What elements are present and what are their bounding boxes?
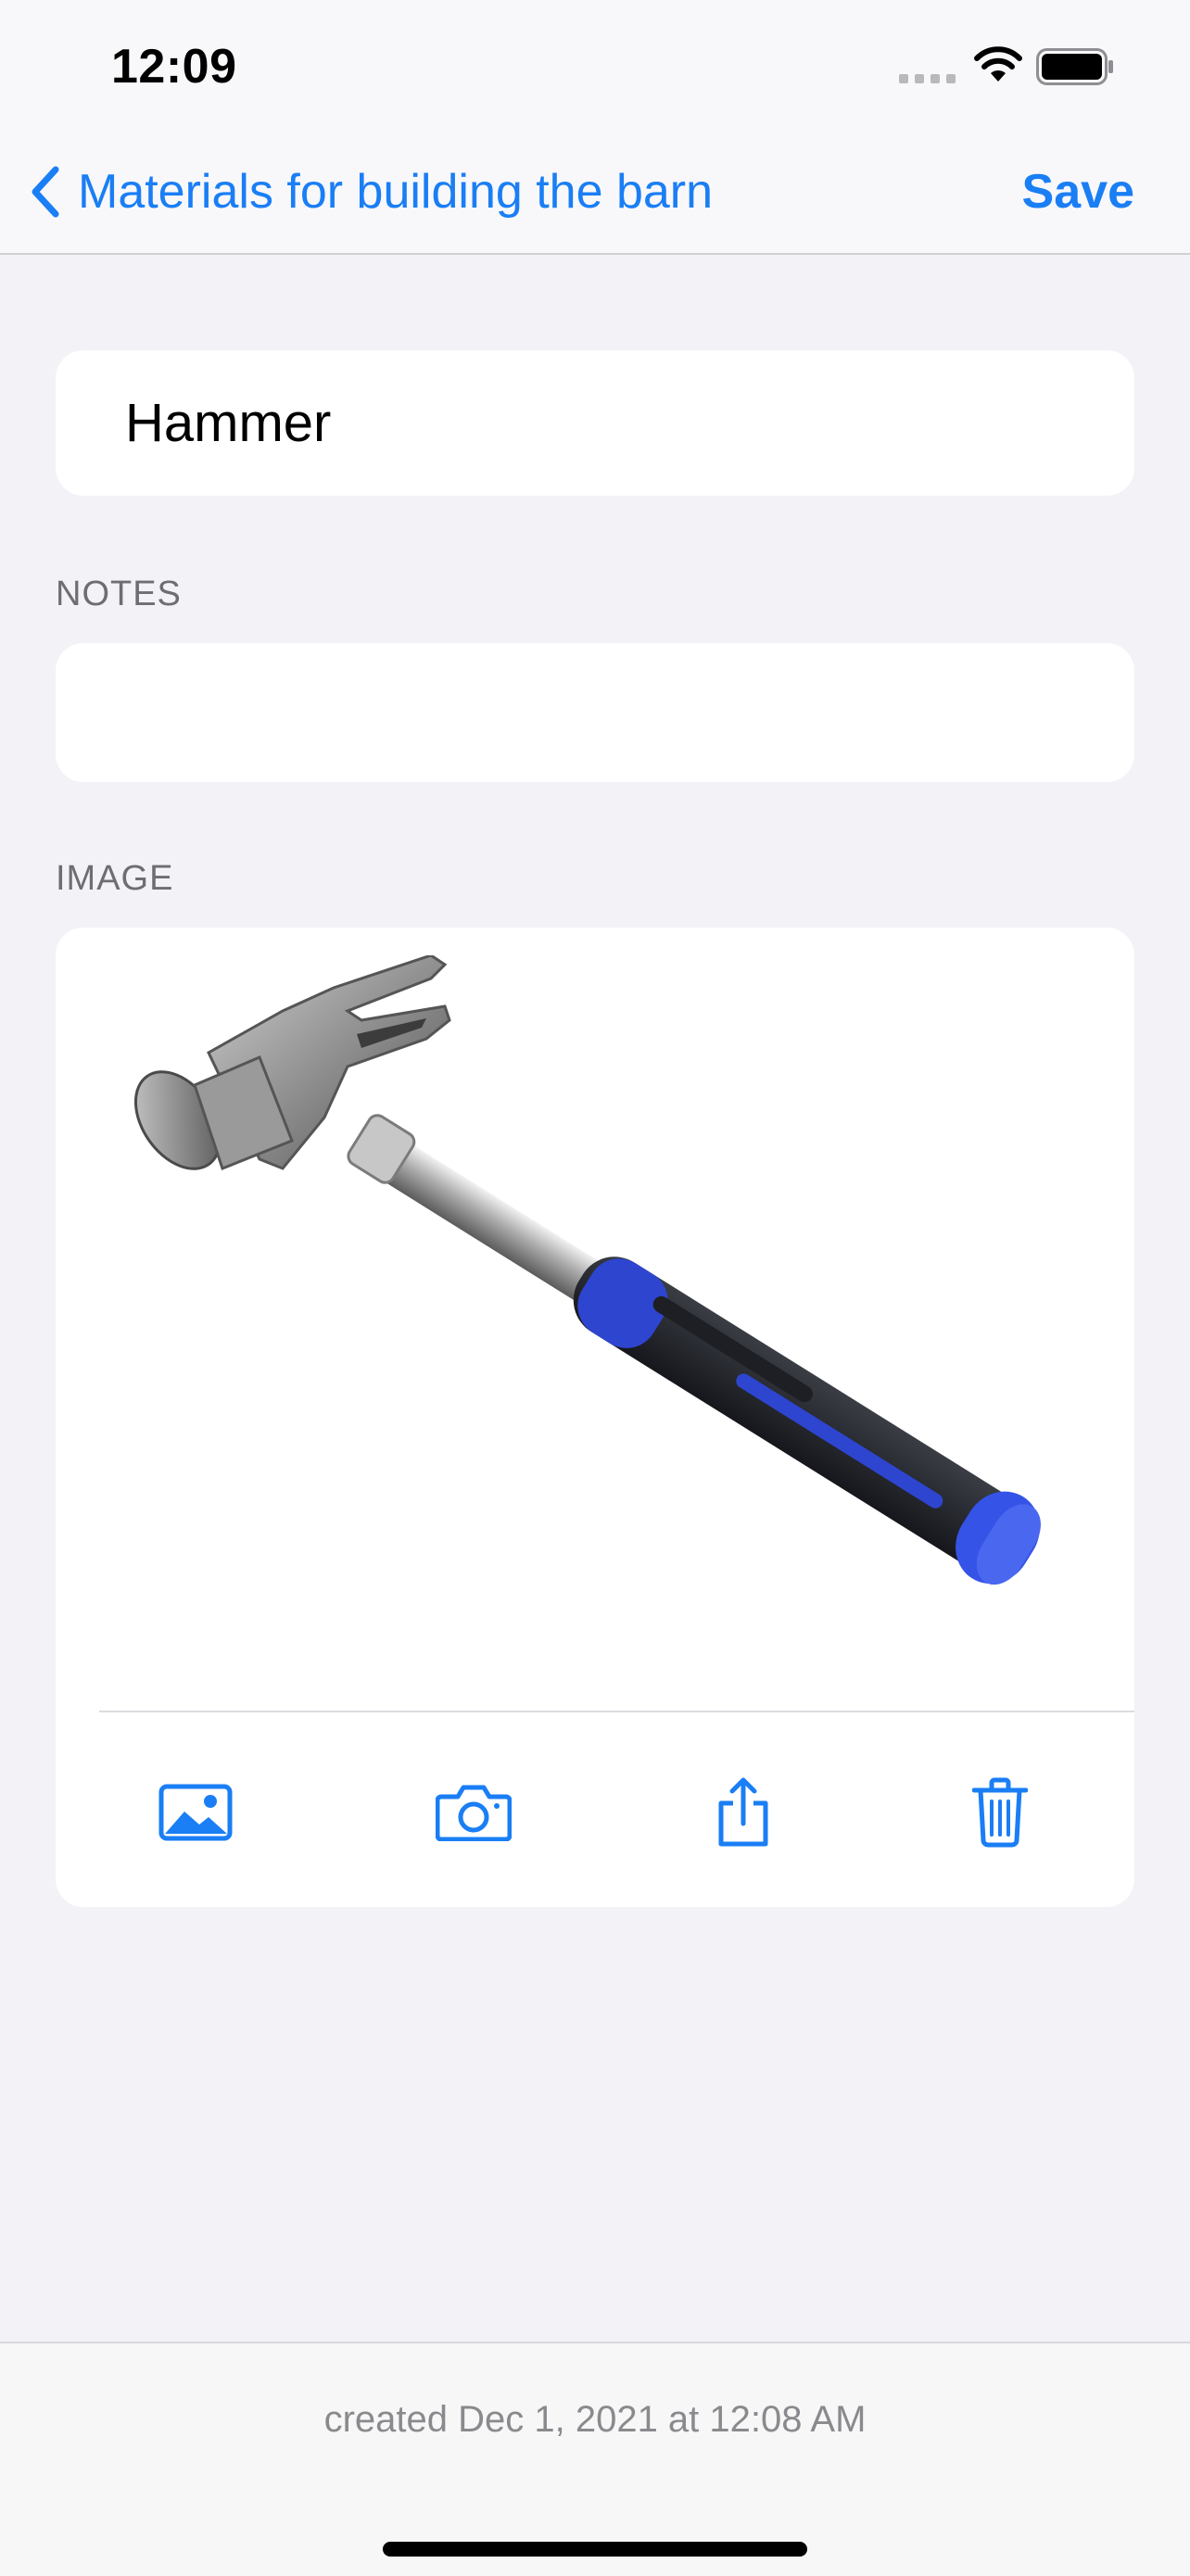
save-button[interactable]: Save — [1022, 159, 1134, 224]
back-button[interactable]: Materials for building the barn — [28, 159, 713, 224]
notes-field[interactable] — [56, 643, 1134, 782]
choose-photo-button[interactable] — [145, 1762, 247, 1863]
delete-image-button[interactable] — [949, 1762, 1051, 1863]
battery-icon — [1036, 48, 1113, 85]
status-bar: 12:09 — [0, 0, 1190, 130]
navigation-bar: Materials for building the barn Save — [0, 130, 1190, 255]
created-timestamp: created Dec 1, 2021 at 12:08 AM — [323, 2399, 867, 2440]
home-indicator[interactable] — [383, 2542, 807, 2557]
wifi-icon — [974, 46, 1022, 82]
share-icon — [718, 1777, 768, 1847]
hammer-photo — [133, 955, 1041, 1585]
chevron-left-icon — [32, 166, 59, 218]
image-card — [56, 928, 1134, 1907]
notes-section-label: NOTES — [56, 575, 182, 613]
camera-icon — [436, 1785, 512, 1841]
image-section-label: IMAGE — [56, 859, 174, 898]
back-button-label: Materials for building the barn — [78, 165, 714, 219]
item-title-field[interactable]: Hammer — [125, 350, 331, 496]
title-card: Hammer — [56, 350, 1134, 496]
trash-icon — [972, 1777, 1028, 1848]
photo-icon — [158, 1784, 233, 1841]
take-photo-button[interactable] — [423, 1762, 525, 1863]
share-button[interactable] — [692, 1762, 794, 1863]
footer-bar: created Dec 1, 2021 at 12:08 AM — [0, 2342, 1190, 2576]
cellular-signal-icon — [899, 74, 956, 83]
image-divider — [99, 1711, 1134, 1712]
status-time: 12:09 — [111, 40, 237, 94]
